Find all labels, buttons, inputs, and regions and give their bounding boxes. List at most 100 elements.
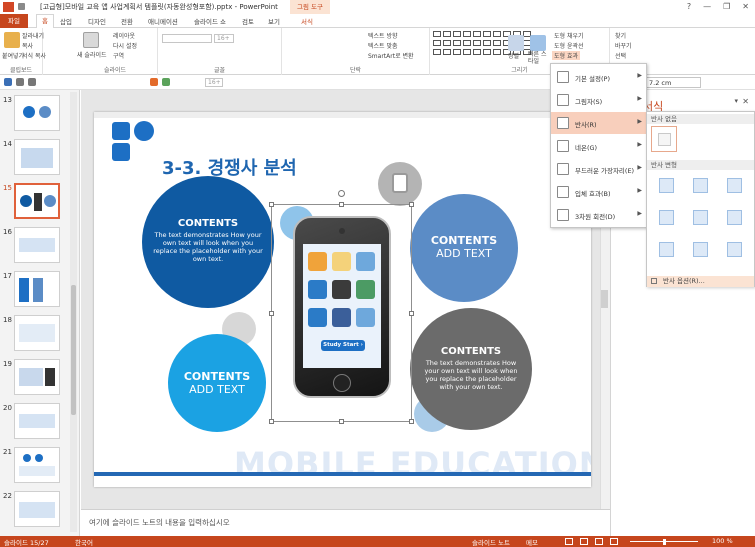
resize-handle[interactable] [269, 419, 274, 424]
tab-transitions[interactable]: 전환 [121, 16, 133, 26]
shape-icon[interactable] [150, 78, 158, 86]
shape-fill-button[interactable]: 도형 채우기 [554, 31, 584, 40]
zoom-slider-knob[interactable] [663, 539, 666, 545]
tab-design[interactable]: 디자인 [88, 16, 106, 26]
save-icon[interactable] [4, 78, 12, 86]
study-start-button[interactable]: Study Start › [321, 340, 365, 351]
menu-item-shadow[interactable]: 그림자(S) ▶ [551, 89, 646, 111]
menu-item-glow[interactable]: 네온(G) ▶ [551, 135, 646, 157]
new-slide-icon[interactable] [83, 32, 99, 48]
reflection-variation[interactable] [727, 178, 742, 193]
reflection-options-button[interactable]: 반사 옵션(R)... [647, 276, 754, 287]
replace-button[interactable]: 바꾸기 [615, 41, 632, 50]
tab-view[interactable]: 보기 [268, 16, 280, 26]
reading-view-icon[interactable] [595, 538, 603, 545]
slide-thumbnail[interactable]: 21 [0, 446, 80, 488]
undo-icon[interactable] [16, 78, 24, 86]
tab-format[interactable]: 서식 [301, 16, 313, 26]
quick-styles-button[interactable]: 빠른 스타일 [528, 51, 548, 65]
help-icon[interactable]: ? [687, 2, 691, 11]
tab-home[interactable]: 홈 [36, 14, 54, 28]
reflection-variation[interactable] [727, 242, 742, 257]
resize-handle[interactable] [409, 311, 414, 316]
shape-outline-button[interactable]: 도형 윤곽선 [554, 41, 584, 50]
reflection-variation[interactable] [693, 242, 708, 257]
slide-title[interactable]: 3-3. 경쟁사 분석 [162, 154, 297, 180]
restore-icon[interactable]: ❐ [723, 2, 730, 11]
save-icon[interactable] [18, 3, 25, 10]
reflection-variation[interactable] [693, 210, 708, 225]
tab-review[interactable]: 검토 [242, 16, 254, 26]
tab-animations[interactable]: 애니메이션 [148, 16, 178, 26]
slides-scrollbar-thumb[interactable] [71, 285, 76, 415]
pane-close-icon[interactable]: ✕ [742, 97, 749, 106]
minimize-icon[interactable]: — [703, 2, 711, 11]
cut-button[interactable]: 잘라내기 [22, 31, 44, 40]
resize-handle[interactable] [269, 202, 274, 207]
reflection-variation[interactable] [659, 178, 674, 193]
reflection-variation[interactable] [659, 242, 674, 257]
align-text-button[interactable]: 텍스트 맞춤 [368, 41, 398, 50]
normal-view-icon[interactable] [565, 538, 573, 545]
slide-thumbnail-selected[interactable]: 15 [0, 182, 80, 224]
slide-thumbnail[interactable]: 17 [0, 270, 80, 312]
language-indicator[interactable]: 한국어 [75, 537, 93, 547]
paste-button[interactable]: 붙여넣기 [2, 51, 24, 60]
shape-effects-button[interactable]: 도형 효과 [552, 51, 580, 60]
slide-thumbnail[interactable]: 13 [0, 94, 80, 136]
slide-thumbnail[interactable]: 19 [0, 358, 80, 400]
find-button[interactable]: 찾기 [615, 31, 626, 40]
font-size-quick[interactable]: 16+ [205, 78, 223, 87]
select-button[interactable]: 선택 [615, 51, 626, 60]
zoom-level[interactable]: 100 % [712, 537, 733, 545]
tab-file[interactable]: 파일 [0, 14, 28, 28]
resize-handle[interactable] [269, 311, 274, 316]
menu-item-3d-rotation[interactable]: 3차원 회전(D) ▶ [551, 204, 646, 226]
slide-sorter-icon[interactable] [580, 538, 588, 545]
slideshow-view-icon[interactable] [610, 538, 618, 545]
resize-handle[interactable] [409, 202, 414, 207]
slide-thumbnail[interactable]: 22 [0, 490, 80, 532]
smartart-button[interactable]: SmartArt로 변환 [368, 51, 414, 60]
tab-slideshow[interactable]: 슬라이드 쇼 [194, 16, 226, 26]
rotate-handle-icon[interactable] [338, 190, 345, 197]
resize-handle[interactable] [339, 419, 344, 424]
reset-button[interactable]: 다시 설정 [113, 41, 137, 50]
smartphone-image[interactable]: Study Start › [293, 216, 391, 398]
font-name-box[interactable] [162, 34, 212, 43]
reflection-variation[interactable] [693, 178, 708, 193]
menu-item-preset[interactable]: 기본 설정(P) ▶ [551, 66, 646, 88]
new-slide-button[interactable]: 새 슬라이드 [77, 50, 107, 59]
font-size-box[interactable]: 16+ [214, 34, 234, 43]
menu-item-bevel[interactable]: 입체 효과(B) ▶ [551, 181, 646, 203]
resize-handle[interactable] [339, 202, 344, 207]
redo-icon[interactable] [28, 78, 36, 86]
resize-handle[interactable] [409, 419, 414, 424]
arrange-button[interactable]: 정렬 [508, 51, 519, 60]
slide-thumbnail[interactable]: 16 [0, 226, 80, 268]
slide-thumbnail[interactable]: 18 [0, 314, 80, 356]
notes-pane[interactable]: 여기에 슬라이드 노트의 내용을 입력하십시오 [81, 509, 610, 536]
copy-button[interactable]: 복사 [22, 41, 33, 50]
close-icon[interactable]: ✕ [742, 2, 749, 11]
paste-icon[interactable] [4, 32, 20, 48]
quick-styles-icon[interactable] [530, 35, 546, 51]
comments-button[interactable]: 메모 [526, 537, 538, 547]
reflection-variation[interactable] [727, 210, 742, 225]
notes-toggle-button[interactable]: 슬라이드 노트 [472, 537, 510, 547]
menu-item-reflection[interactable]: 반사(R) ▶ [551, 112, 646, 134]
text-direction-button[interactable]: 텍스트 방향 [368, 31, 398, 40]
format-painter-button[interactable]: 서식 복사 [22, 51, 46, 60]
reflection-variation[interactable] [659, 210, 674, 225]
slide-thumbnail[interactable]: 20 [0, 402, 80, 444]
size-input[interactable]: 7.2 cm [646, 77, 701, 88]
slide-thumbnail[interactable]: 14 [0, 138, 80, 180]
section-button[interactable]: 구역 [113, 51, 124, 60]
layout-button[interactable]: 레이아웃 [113, 31, 135, 40]
no-reflection-option[interactable] [651, 126, 677, 152]
picture-icon[interactable] [162, 78, 170, 86]
tab-insert[interactable]: 삽입 [60, 16, 72, 26]
arrange-icon[interactable] [508, 35, 524, 51]
pane-options-icon[interactable]: ▾ [734, 97, 738, 105]
menu-item-soft-edges[interactable]: 부드러운 가장자리(E) ▶ [551, 158, 646, 180]
